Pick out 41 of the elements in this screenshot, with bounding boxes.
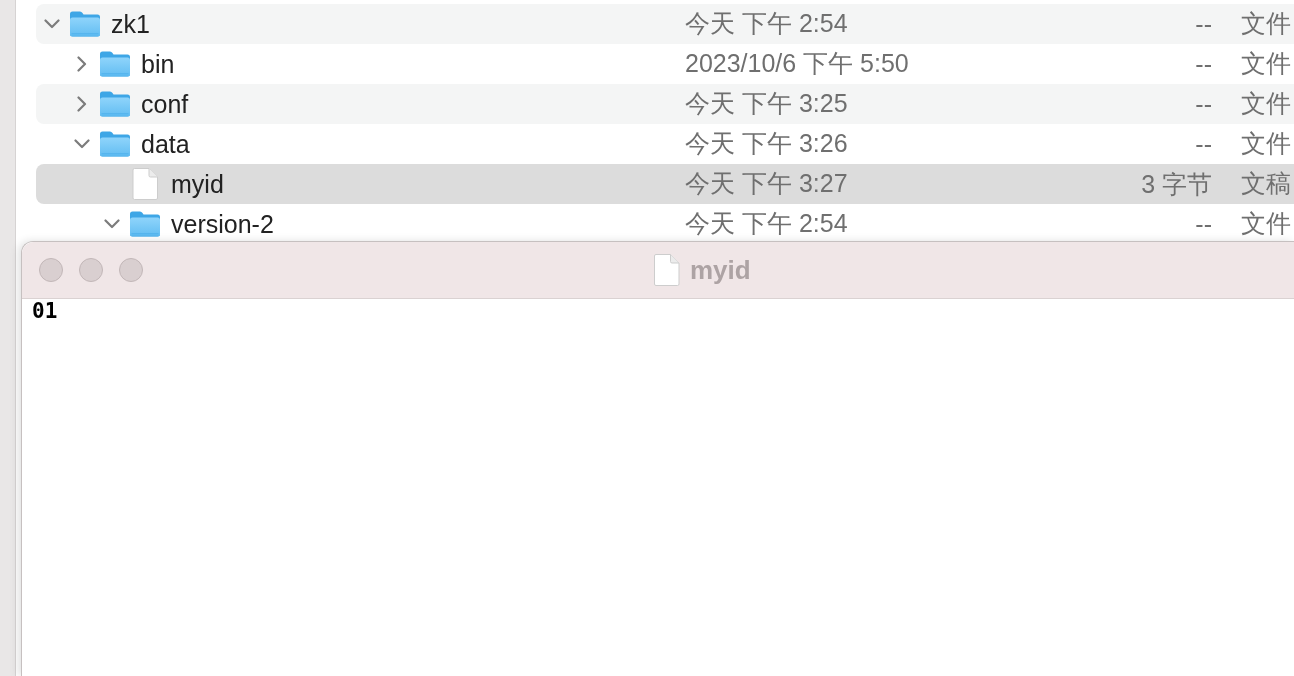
- file-row[interactable]: myid 今天 下午 3:27 3 字节 文稿: [36, 164, 1294, 204]
- chevron-down-icon[interactable]: [74, 139, 90, 149]
- file-row[interactable]: zk1 今天 下午 2:54 -- 文件: [36, 4, 1294, 44]
- type-text: 文件: [1241, 89, 1291, 118]
- folder-icon: [70, 11, 100, 37]
- file-row[interactable]: conf 今天 下午 3:25 -- 文件: [36, 84, 1294, 124]
- file-name: data: [141, 129, 190, 159]
- size-text: --: [1195, 9, 1212, 39]
- folder-icon: [100, 91, 130, 117]
- folder-icon: [130, 211, 160, 237]
- chevron-right-icon[interactable]: [77, 96, 87, 112]
- document-icon: [653, 254, 680, 286]
- chevron-down-icon[interactable]: [44, 19, 60, 29]
- size-text: --: [1195, 49, 1212, 79]
- file-name: version-2: [171, 209, 274, 239]
- type-text: 文件: [1241, 49, 1291, 78]
- date-text: 今天 下午 3:27: [685, 169, 848, 198]
- date-text: 2023/10/6 下午 5:50: [685, 49, 909, 78]
- size-text: --: [1195, 209, 1212, 239]
- type-text: 文件: [1241, 209, 1291, 238]
- document-icon: [132, 168, 158, 200]
- file-name: conf: [141, 89, 189, 119]
- chevron-down-icon[interactable]: [104, 219, 120, 229]
- folder-icon: [100, 131, 130, 157]
- size-text: --: [1195, 89, 1212, 119]
- size-text: --: [1195, 129, 1212, 159]
- date-text: 今天 下午 3:26: [685, 129, 848, 158]
- chevron-right-icon[interactable]: [77, 56, 87, 72]
- size-text: 3 字节: [1141, 169, 1212, 199]
- date-text: 今天 下午 2:54: [685, 209, 848, 238]
- file-name: zk1: [111, 9, 150, 39]
- type-text: 文件: [1241, 9, 1291, 38]
- folder-icon: [100, 51, 130, 77]
- window-title: myid: [690, 254, 751, 286]
- type-text: 文稿: [1241, 169, 1291, 198]
- file-name: bin: [141, 49, 175, 79]
- date-text: 今天 下午 2:54: [685, 9, 848, 38]
- text-editor-field[interactable]: 01: [22, 299, 1294, 676]
- date-text: 今天 下午 3:25: [685, 89, 848, 118]
- type-text: 文件: [1241, 129, 1291, 158]
- file-name: myid: [171, 169, 224, 199]
